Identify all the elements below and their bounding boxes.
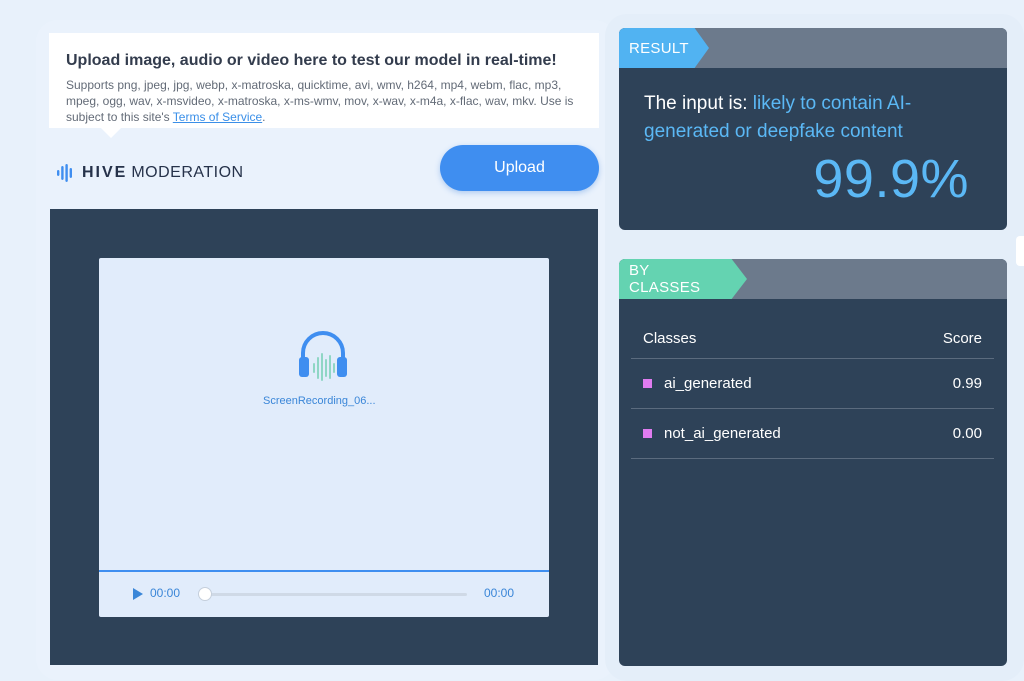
class-marker-icon [643,379,652,388]
header-classes: Classes [643,330,697,347]
class-score: 0.00 [952,425,982,442]
header-score: Score [942,330,982,347]
supports-formats: Supports png, jpeg, jpg, webp, x-matrosk… [66,78,574,124]
edge-scroll-tab [1016,236,1024,266]
seek-handle[interactable] [198,587,212,601]
player-divider [99,570,549,572]
classes-tag: BY CLASSES [619,259,747,299]
headphones-icon [299,331,347,381]
result-header: RESULT [619,28,1007,68]
classes-header: BY CLASSES [619,259,1007,299]
upload-button[interactable]: Upload [440,145,599,191]
brand-name-bold: HIVE [82,164,128,181]
table-row: not_ai_generated 0.00 [631,409,994,459]
class-cell: ai_generated [643,375,752,392]
brand-name-rest: MODERATION [131,164,244,181]
class-cell: not_ai_generated [643,425,781,442]
result-tag: RESULT [619,28,709,68]
result-card: RESULT The input is: likely to contain A… [619,28,1007,230]
result-score: 99.9% [813,149,969,209]
result-prefix: The input is: [644,93,753,114]
class-name: not_ai_generated [664,425,781,442]
current-time: 00:00 [150,586,181,600]
classes-card: BY CLASSES Classes Score ai_generated 0.… [619,259,1007,666]
class-marker-icon [643,429,652,438]
terms-of-service-link[interactable]: Terms of Service [173,110,262,124]
table-row: ai_generated 0.99 [631,359,994,409]
audio-player-card: ScreenRecording_06... 00:00 00:00 [99,258,549,617]
brand-logo: HIVE MODERATION [56,162,244,184]
upload-info-card: Upload image, audio or video here to tes… [49,33,599,138]
result-text: The input is: likely to contain AI-gener… [644,90,974,146]
classes-table: Classes Score ai_generated 0.99 not_ai_g… [631,319,994,459]
terms-suffix: . [262,110,266,124]
upload-title: Upload image, audio or video here to tes… [66,52,557,69]
seek-track[interactable] [204,593,467,596]
hive-bars-icon [57,164,72,182]
duration-time: 00:00 [484,586,515,600]
page: Upload image, audio or video here to tes… [0,0,1024,681]
media-preview-area: ScreenRecording_06... 00:00 00:00 [50,209,598,665]
table-header-row: Classes Score [631,319,994,359]
upload-supports-text: Supports png, jpeg, jpg, webp, x-matrosk… [66,77,582,125]
class-name: ai_generated [664,375,752,392]
play-icon[interactable] [132,588,144,600]
class-score: 0.99 [952,375,982,392]
media-filename: ScreenRecording_06... [263,395,376,407]
